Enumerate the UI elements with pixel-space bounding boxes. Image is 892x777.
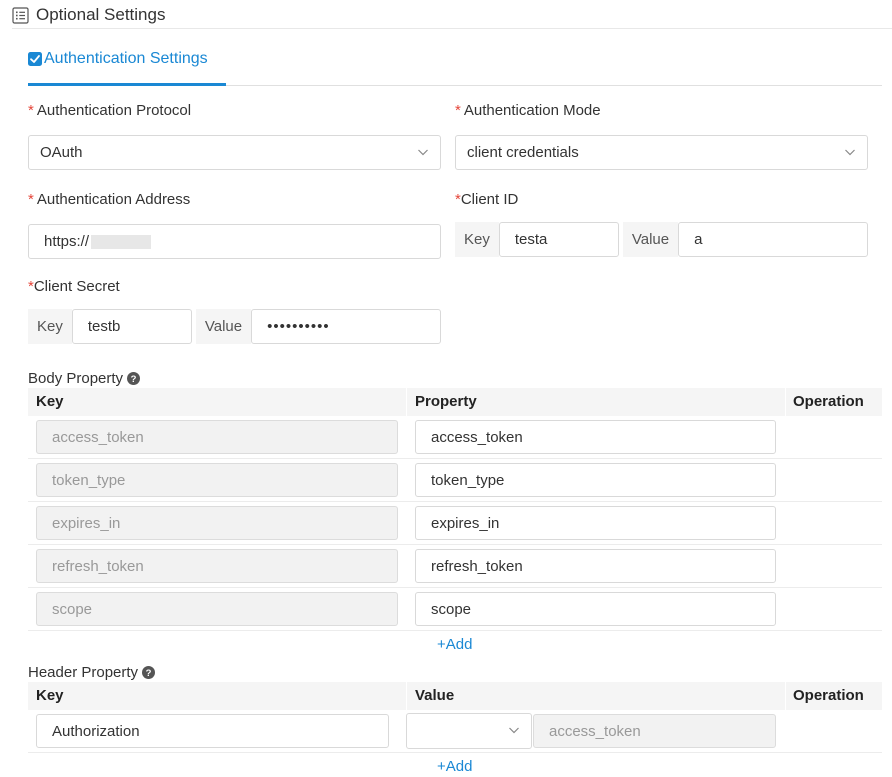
column-header-property: Property bbox=[415, 393, 477, 410]
row-divider bbox=[28, 587, 882, 588]
address-value: https:// bbox=[44, 233, 90, 250]
address-input[interactable]: https:// bbox=[28, 224, 441, 259]
header-property-title: Header Property ? bbox=[28, 664, 156, 681]
tab-label: Authentication Settings bbox=[44, 50, 208, 67]
tab-active-indicator bbox=[28, 83, 226, 86]
mode-label: * Authentication Mode bbox=[455, 102, 601, 119]
checkbox-checked-icon[interactable] bbox=[28, 52, 42, 66]
body-row-key-input: access_token bbox=[36, 420, 398, 454]
row-divider bbox=[28, 630, 882, 631]
client-id-label: *Client ID bbox=[455, 191, 519, 208]
client-secret-key-input[interactable]: testb bbox=[71, 309, 192, 344]
protocol-label: * Authentication Protocol bbox=[28, 102, 192, 119]
column-header-key: Key bbox=[36, 393, 64, 410]
row-divider bbox=[28, 501, 882, 502]
tab-authentication-settings[interactable]: Authentication Settings bbox=[28, 47, 208, 85]
required-marker: * bbox=[28, 191, 34, 208]
help-icon[interactable]: ? bbox=[142, 666, 156, 679]
help-icon[interactable]: ? bbox=[127, 372, 141, 385]
client-secret-value-input[interactable]: •••••••••• bbox=[251, 309, 442, 344]
column-header-value: Value bbox=[415, 687, 455, 704]
body-row-key-input: scope bbox=[36, 592, 398, 626]
client-id-value-addon: Value bbox=[622, 222, 679, 257]
row-divider bbox=[28, 458, 882, 459]
required-marker: * bbox=[455, 102, 461, 119]
header-table-header: Key Value Operation bbox=[28, 682, 882, 710]
chevron-down-icon bbox=[418, 149, 428, 156]
client-secret-key-addon: Key bbox=[28, 309, 72, 344]
body-row-key-input: refresh_token bbox=[36, 549, 398, 583]
address-label: * Authentication Address bbox=[28, 191, 191, 208]
column-header-operation: Operation bbox=[793, 687, 864, 704]
body-row-key-input: token_type bbox=[36, 463, 398, 497]
body-row-property-input[interactable]: token_type bbox=[415, 463, 776, 497]
svg-text:?: ? bbox=[146, 668, 152, 679]
chevron-down-icon bbox=[845, 149, 855, 156]
column-header-operation: Operation bbox=[793, 393, 864, 410]
body-row-property-input[interactable]: refresh_token bbox=[415, 549, 776, 583]
body-row-property-input[interactable]: access_token bbox=[415, 420, 776, 454]
client-id-key-input[interactable]: testa bbox=[498, 222, 619, 257]
client-secret-label: *Client Secret bbox=[28, 278, 120, 295]
body-row-property-input[interactable]: scope bbox=[415, 592, 776, 626]
row-divider bbox=[28, 752, 882, 753]
body-property-title: Body Property ? bbox=[28, 370, 141, 387]
mode-select-value: client credentials bbox=[467, 144, 579, 161]
column-separator bbox=[406, 388, 407, 416]
header-row-value-select[interactable] bbox=[406, 713, 532, 749]
column-header-key: Key bbox=[36, 687, 64, 704]
body-row-key-input: expires_in bbox=[36, 506, 398, 540]
row-divider bbox=[28, 544, 882, 545]
optional-settings-header: Optional Settings bbox=[12, 4, 165, 26]
redacted-block bbox=[91, 234, 152, 249]
client-secret-group: Key testb Value •••••••••• bbox=[28, 309, 442, 344]
column-separator bbox=[785, 682, 786, 710]
chevron-down-icon bbox=[509, 727, 519, 734]
client-id-key-addon: Key bbox=[455, 222, 499, 257]
svg-text:?: ? bbox=[131, 374, 137, 385]
mode-select[interactable]: client credentials bbox=[455, 135, 868, 170]
protocol-select[interactable]: OAuth bbox=[28, 135, 441, 170]
column-separator bbox=[785, 388, 786, 416]
header-divider bbox=[12, 28, 892, 29]
header-add-link[interactable]: +Add bbox=[437, 758, 472, 775]
body-table-header: Key Property Operation bbox=[28, 388, 882, 416]
body-add-link[interactable]: +Add bbox=[437, 636, 472, 653]
section-title: Optional Settings bbox=[36, 5, 166, 24]
list-icon bbox=[12, 6, 29, 24]
client-secret-value-addon: Value bbox=[195, 309, 252, 344]
header-row-value-input: access_token bbox=[533, 714, 776, 748]
required-marker: * bbox=[28, 102, 34, 119]
header-row-key-input[interactable]: Authorization bbox=[36, 714, 389, 748]
protocol-select-value: OAuth bbox=[40, 144, 83, 161]
client-id-group: Key testa Value a bbox=[455, 222, 869, 257]
column-separator bbox=[406, 682, 407, 710]
client-id-value-input[interactable]: a bbox=[678, 222, 869, 257]
body-row-property-input[interactable]: expires_in bbox=[415, 506, 776, 540]
